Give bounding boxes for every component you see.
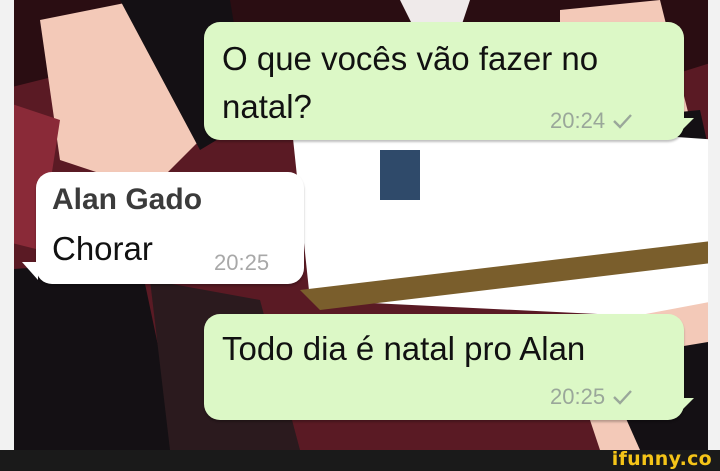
bubble-tail-icon — [676, 398, 694, 416]
message-meta: 20:25 — [550, 384, 633, 410]
message-text: O que vocês vão fazer no — [222, 40, 599, 77]
sender-name: Alan Gado — [52, 183, 203, 216]
frame-edge-left — [0, 0, 14, 450]
message-time: 20:25 — [214, 250, 270, 275]
message-meta: 20:24 — [550, 108, 633, 134]
message-time: 20:25 — [550, 384, 606, 409]
watermark-logo: ifunny.co — [611, 448, 712, 470]
message-text: Todo dia é natal pro Alan — [222, 330, 586, 367]
message-bubble-incoming[interactable]: Alan Gado Chorar 20:25 — [36, 172, 304, 284]
bubble-tail-icon — [22, 262, 38, 280]
check-sent-icon — [613, 390, 632, 405]
message-text: natal? — [222, 88, 312, 125]
check-sent-icon — [613, 114, 632, 129]
frame-edge-right — [708, 0, 720, 450]
message-bubble-outgoing[interactable]: O que vocês vão fazer no natal? 20:24 — [204, 22, 684, 140]
message-bubble-outgoing[interactable]: Todo dia é natal pro Alan 20:25 — [204, 314, 684, 420]
message-time: 20:24 — [550, 108, 606, 133]
message-meta: 20:25 — [214, 250, 269, 276]
chat-screen: O que vocês vão fazer no natal? 20:24 Al… — [0, 0, 720, 450]
bubble-tail-icon — [676, 118, 694, 136]
message-text: Chorar — [52, 230, 153, 267]
